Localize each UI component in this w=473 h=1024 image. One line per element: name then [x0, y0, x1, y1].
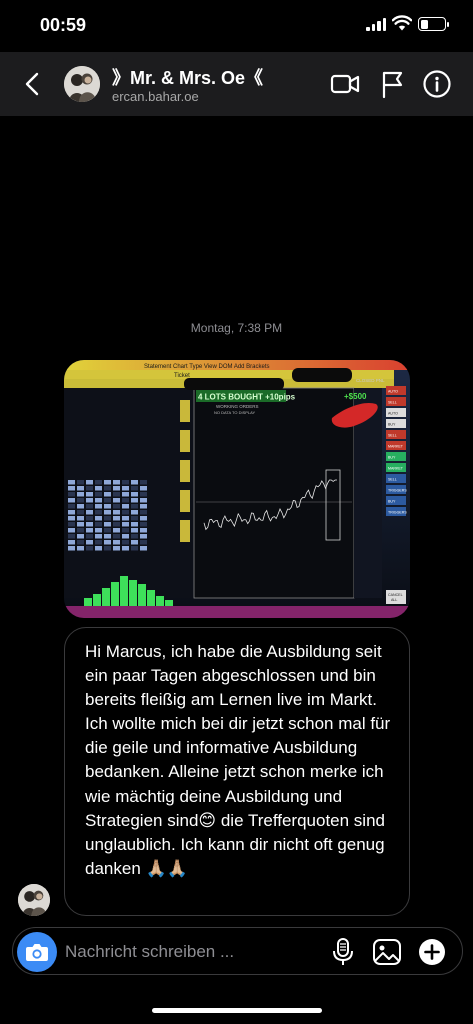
svg-text:SELL: SELL — [388, 434, 397, 438]
wifi-icon — [392, 15, 412, 31]
video-camera-icon[interactable] — [329, 68, 361, 100]
home-indicator[interactable] — [152, 1008, 322, 1013]
svg-text:BUY: BUY — [388, 423, 396, 427]
chat-header: 》Mr. & Mrs. Oe《 ercan.bahar.oe — [0, 52, 473, 116]
contact-name[interactable]: 》Mr. & Mrs. Oe《 — [112, 64, 263, 90]
photo-ticket-text: Ticket — [174, 373, 190, 379]
gallery-icon[interactable] — [371, 936, 403, 968]
svg-text:TRIGGERS: TRIGGERS — [388, 511, 407, 515]
svg-text:CANCEL: CANCEL — [388, 593, 403, 597]
cellular-signal-icon — [366, 18, 386, 31]
message-input[interactable] — [65, 940, 315, 964]
photo-menu-text: Statement Chart Type View DOM Add Bracke… — [144, 364, 270, 370]
svg-text:MARKET: MARKET — [388, 445, 404, 449]
camera-icon — [26, 944, 48, 961]
flag-icon[interactable] — [376, 68, 408, 100]
microphone-icon[interactable] — [327, 936, 359, 968]
battery-icon — [418, 17, 449, 31]
closed-pnl-text: CLOSED PNL — [356, 378, 385, 383]
svg-text:MARKET: MARKET — [388, 467, 404, 471]
svg-text:AUTO: AUTO — [388, 390, 398, 394]
battery-level — [420, 19, 428, 29]
message-text: Hi Marcus, ich habe die Ausbildung seit … — [85, 642, 391, 878]
sender-avatar[interactable] — [18, 884, 50, 916]
svg-text:AUTO: AUTO — [388, 412, 398, 416]
info-icon[interactable] — [421, 68, 453, 100]
contact-username[interactable]: ercan.bahar.oe — [112, 89, 199, 104]
message-timestamp: Montag, 7:38 PM — [190, 321, 283, 335]
svg-text:ALL: ALL — [391, 598, 397, 602]
svg-text:BUY: BUY — [388, 456, 396, 460]
back-chevron-icon[interactable] — [16, 66, 48, 102]
camera-button[interactable] — [17, 932, 57, 972]
status-time: 00:59 — [40, 15, 87, 35]
working-orders-text: WORKING ORDERS — [216, 404, 259, 409]
status-bar: 00:59 — [0, 0, 473, 52]
profit-text: +$500 — [344, 392, 367, 401]
add-icon[interactable] — [416, 936, 448, 968]
svg-text:SELL: SELL — [388, 478, 397, 482]
message-composer — [12, 927, 463, 975]
lots-bought-banner: 4 LOTS BOUGHT +10pips — [198, 393, 296, 402]
shared-photo[interactable]: Statement Chart Type View DOM Add Bracke… — [64, 360, 410, 618]
avatar[interactable] — [64, 66, 100, 102]
svg-text:BUY: BUY — [388, 500, 396, 504]
svg-text:SELL: SELL — [388, 401, 397, 405]
no-data-text: NO DATA TO DISPLAY — [214, 410, 256, 415]
svg-text:TRIGGERS: TRIGGERS — [388, 489, 407, 493]
message-bubble[interactable]: Hi Marcus, ich habe die Ausbildung seit … — [64, 627, 410, 916]
